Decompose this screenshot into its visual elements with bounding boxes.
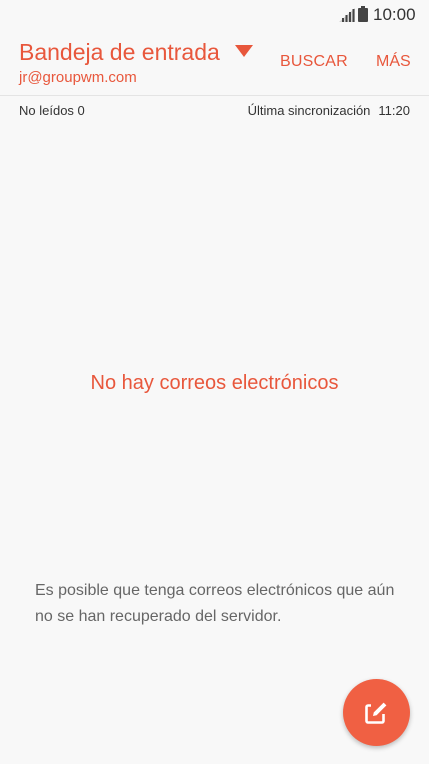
server-note: Es posible que tenga correos electrónico…	[35, 582, 395, 625]
empty-inbox-message: No hay correos electrónicos	[90, 372, 339, 394]
folder-title[interactable]: Bandeja de entrada	[19, 38, 220, 66]
header-divider	[0, 95, 429, 96]
account-email: jr@groupwm.com	[19, 69, 137, 86]
compose-button[interactable]	[343, 679, 410, 746]
last-sync-label: Última sincronización	[247, 103, 371, 118]
search-button[interactable]: BUSCAR	[280, 52, 348, 72]
last-sync: Última sincronización 11:20	[248, 102, 410, 120]
signal-bars-icon	[339, 8, 355, 22]
triangle-down-icon[interactable]	[235, 45, 253, 57]
more-button[interactable]: MÁS	[376, 52, 411, 72]
compose-icon	[365, 701, 388, 724]
info-row: No leídos 0 Última sincronización 11:20	[0, 102, 429, 120]
header: Bandeja de entrada jr@groupwm.com BUSCAR…	[0, 30, 429, 94]
status-bar: 10:00	[0, 0, 429, 30]
battery-icon	[358, 6, 368, 22]
unread-count: No leídos 0	[19, 103, 85, 118]
last-sync-time: 11:20	[378, 103, 410, 118]
clock: 10:00	[373, 5, 416, 24]
